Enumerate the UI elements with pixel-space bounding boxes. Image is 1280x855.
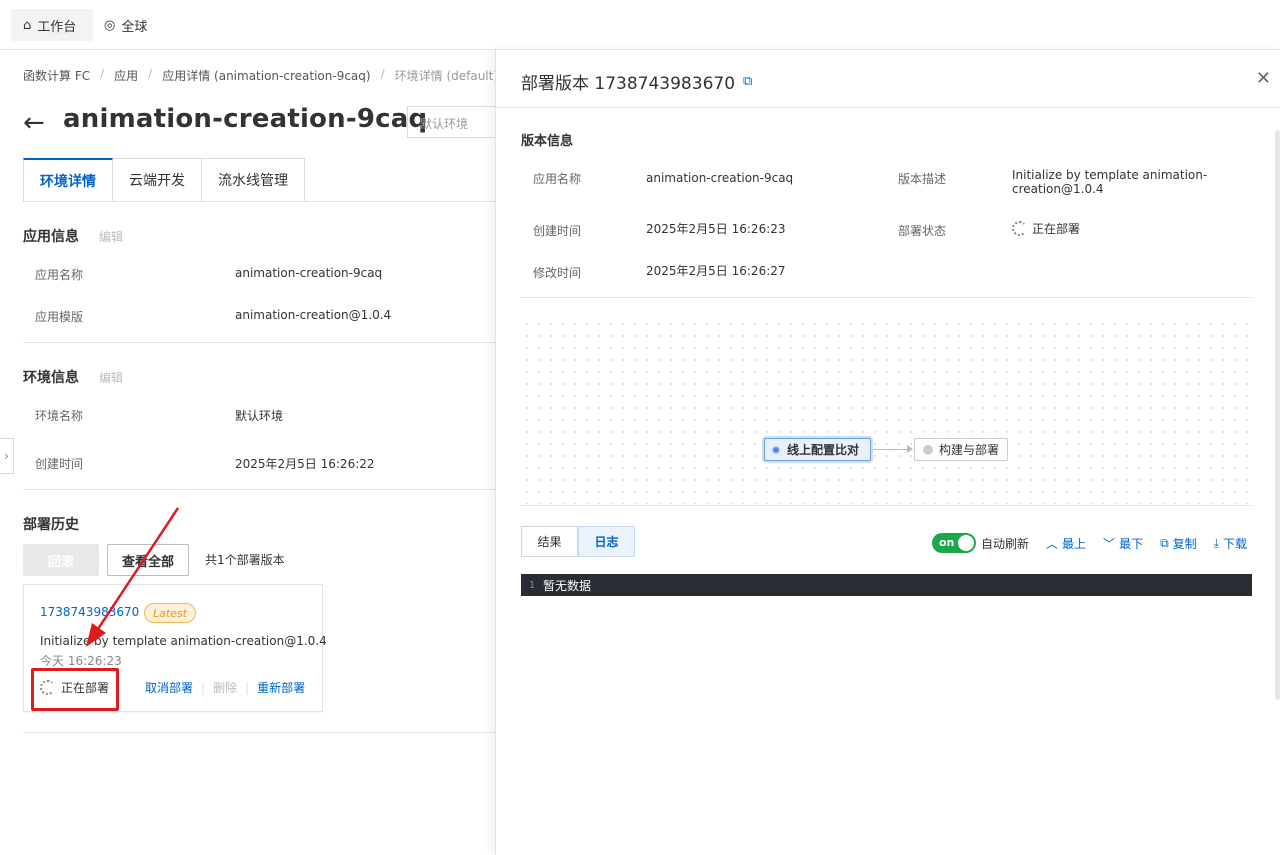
env-name-value: 默认环境 bbox=[235, 409, 284, 423]
app-template-label: 应用模版 bbox=[35, 310, 84, 324]
breadcrumb-env-detail: 环境详情 (default) bbox=[394, 69, 495, 83]
log-toolbar: on 自动刷新 ︿ 最上 ﹀ 最下 ⧉ 复制 ⤓ 下载 bbox=[932, 533, 1247, 553]
version-time: 今天 16:26:23 bbox=[40, 654, 122, 668]
expand-sidebar-icon[interactable]: › bbox=[0, 438, 14, 474]
drawer-header: 部署版本 1738743983670 ⧉ ✕ bbox=[496, 50, 1280, 108]
log-text: 暂无数据 bbox=[543, 578, 592, 593]
loading-spinner-icon bbox=[1012, 221, 1027, 236]
tab-log[interactable]: 日志 bbox=[578, 526, 635, 557]
flow-node-build-deploy[interactable]: 构建与部署 bbox=[914, 438, 1008, 461]
p-status-value: 正在部署 bbox=[1032, 222, 1081, 236]
drawer-scrollbar[interactable] bbox=[1275, 130, 1280, 700]
p-desc-value: Initialize by template animation-creatio… bbox=[1012, 168, 1208, 196]
breadcrumb: 函数计算 FC / 应用 / 应用详情 (animation-creation-9c… bbox=[23, 67, 495, 84]
scroll-bottom-button[interactable]: ﹀ 最下 bbox=[1103, 535, 1143, 552]
cancel-deploy-link[interactable]: 取消部署 bbox=[145, 679, 193, 696]
close-icon[interactable]: ✕ bbox=[1256, 68, 1271, 89]
card-actions: 取消部署 | 删除 | 重新部署 bbox=[145, 679, 306, 696]
tab-pipeline[interactable]: 流水线管理 bbox=[202, 158, 305, 202]
copy-icon: ⧉ bbox=[1160, 535, 1169, 550]
chevron-up-icon: ︿ bbox=[1046, 536, 1059, 551]
tab-result[interactable]: 结果 bbox=[521, 526, 578, 557]
home-icon: ⌂ bbox=[23, 17, 32, 33]
running-dot-icon bbox=[771, 444, 781, 455]
breadcrumb-fc[interactable]: 函数计算 FC bbox=[23, 67, 90, 84]
breadcrumb-app-detail[interactable]: 应用详情 (animation-creation-9caq) bbox=[162, 67, 370, 84]
p-status: 正在部署 bbox=[1012, 220, 1080, 237]
flow-node-config-compare[interactable]: 线上配置比对 bbox=[764, 438, 871, 461]
p-created-value: 2025年2月5日 16:26:23 bbox=[646, 222, 786, 236]
tab-bar: 环境详情 云端开发 流水线管理 bbox=[23, 158, 305, 202]
app-info-title: 应用信息 bbox=[23, 229, 79, 245]
env-select[interactable]: 默认环境 bbox=[407, 106, 495, 138]
deploy-count: 共1个部署版本 bbox=[205, 553, 285, 567]
deploy-history-title: 部署历史 bbox=[23, 517, 79, 533]
highlight-box bbox=[31, 668, 119, 711]
scroll-top-button[interactable]: ︿ 最上 bbox=[1046, 535, 1086, 552]
p-desc-label: 版本描述 bbox=[898, 172, 947, 186]
result-log-tabs: 结果 日志 bbox=[521, 526, 635, 557]
app-info-edit-link[interactable]: 编辑 bbox=[99, 228, 123, 245]
app-name-value: animation-creation-9caq bbox=[235, 266, 383, 280]
workspace-button[interactable]: ⌂ 工作台 bbox=[11, 9, 93, 41]
download-icon: ⤓ bbox=[1213, 535, 1219, 550]
p-app-name-label: 应用名称 bbox=[533, 172, 582, 186]
chevron-down-icon: ﹀ bbox=[1103, 536, 1116, 551]
tab-env-detail[interactable]: 环境详情 bbox=[23, 158, 113, 202]
globe-icon: ◎ bbox=[104, 17, 116, 33]
back-arrow-icon[interactable]: ← bbox=[23, 108, 45, 138]
redeploy-link[interactable]: 重新部署 bbox=[257, 679, 305, 696]
env-created-value: 2025年2月5日 16:26:22 bbox=[235, 457, 375, 471]
pending-dot-icon bbox=[923, 444, 933, 455]
app-name-label: 应用名称 bbox=[35, 268, 84, 282]
deploy-version-drawer: 部署版本 1738743983670 ⧉ ✕ 版本信息 应用名称 animati… bbox=[495, 50, 1280, 855]
app-template-value: animation-creation@1.0.4 bbox=[235, 308, 392, 322]
copy-button[interactable]: ⧉ 复制 bbox=[1160, 535, 1197, 552]
download-button[interactable]: ⤓ 下载 bbox=[1214, 535, 1247, 552]
env-created-label: 创建时间 bbox=[35, 457, 84, 471]
p-modified-value: 2025年2月5日 16:26:27 bbox=[646, 264, 786, 278]
p-created-label: 创建时间 bbox=[533, 224, 582, 238]
auto-refresh-label: 自动刷新 bbox=[981, 536, 1030, 551]
env-info-title: 环境信息 bbox=[23, 370, 79, 386]
pipeline-canvas[interactable] bbox=[521, 318, 1252, 504]
env-info-edit-link[interactable]: 编辑 bbox=[99, 369, 123, 386]
log-output[interactable]: 1 暂无数据 bbox=[521, 574, 1252, 596]
env-name-label: 环境名称 bbox=[35, 409, 84, 423]
auto-refresh-switch[interactable]: on bbox=[932, 533, 976, 553]
tab-cloud-dev[interactable]: 云端开发 bbox=[113, 158, 202, 202]
app-detail-page: 函数计算 FC / 应用 / 应用详情 (animation-creation-9c… bbox=[0, 50, 495, 855]
delete-link[interactable]: 删除 bbox=[213, 679, 237, 696]
log-line-number: 1 bbox=[528, 579, 536, 591]
page-title: animation-creation-9caq bbox=[63, 104, 428, 134]
top-bar: ⌂ 工作台 ◎ 全球 bbox=[0, 0, 1280, 50]
p-modified-label: 修改时间 bbox=[533, 266, 582, 280]
drawer-title: 部署版本 1738743983670 ⧉ bbox=[521, 74, 753, 94]
external-link-icon[interactable]: ⧉ bbox=[743, 74, 752, 89]
version-info-title: 版本信息 bbox=[521, 134, 574, 149]
p-app-name-value: animation-creation-9caq bbox=[646, 171, 794, 185]
breadcrumb-app[interactable]: 应用 bbox=[114, 67, 138, 84]
p-status-label: 部署状态 bbox=[898, 224, 947, 238]
annotation-arrow-icon bbox=[86, 507, 180, 647]
region-selector[interactable]: ◎ 全球 bbox=[104, 9, 147, 41]
